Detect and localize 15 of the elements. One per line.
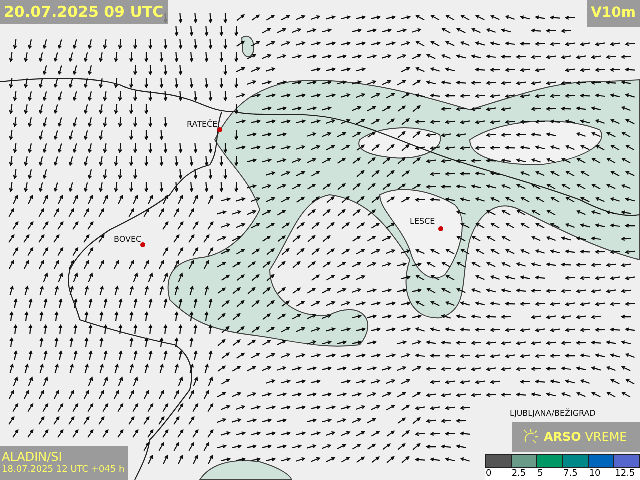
model-run-time: 18.07.2025 12 UTC +045 h (2, 464, 126, 476)
legend-label: 0 (485, 468, 493, 480)
station-label: RATEČE (187, 121, 218, 129)
model-name: ALADIN/SI (2, 450, 64, 465)
legend-label: 7.5 (562, 468, 579, 480)
legend-label: 12.5 (614, 468, 636, 480)
valid-time-label: 20.07.2025 09 UTC (0, 0, 168, 24)
logo-text: ARSO VREME (544, 430, 628, 444)
legend-label: 10 (588, 468, 602, 480)
legend-label: 2.5 (510, 468, 528, 480)
parameter-label: V10m (587, 0, 640, 27)
station-label: LESCE (410, 218, 436, 226)
station-label: LJUBLJANA/BEŽIGRAD (510, 410, 596, 418)
legend-label: 5 (536, 468, 544, 480)
station-label: BOVEC (114, 236, 142, 244)
